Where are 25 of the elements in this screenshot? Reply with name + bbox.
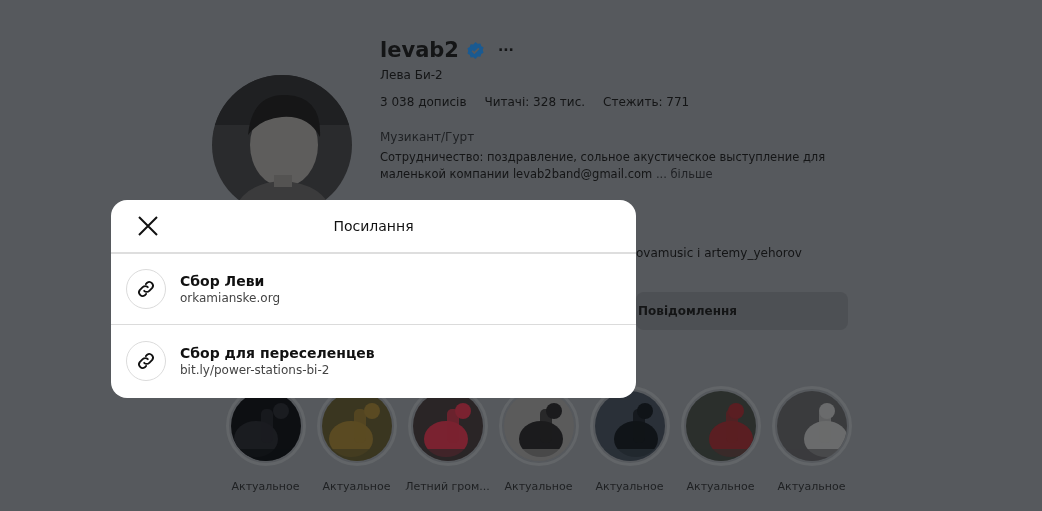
profile-stat[interactable]: Стежить: 771 [603, 95, 690, 109]
profile-stat[interactable]: Читачі: 328 тис. [484, 95, 586, 109]
highlight-label: Летний гром... [405, 480, 490, 493]
story-highlight[interactable] [589, 386, 670, 466]
more-link[interactable]: ... більше [655, 167, 713, 181]
profile-stat[interactable]: 3 038 дописів [380, 95, 467, 109]
highlight-label: Актуальное [504, 480, 573, 493]
link-url[interactable]: bit.ly/power-stations-bi-2 [180, 362, 375, 377]
username: levab2 [380, 38, 459, 62]
link-title[interactable]: Сбор Леви [180, 273, 280, 289]
close-icon[interactable] [137, 215, 159, 237]
bio-text: Сотрудничество: поздравление, сольное акустическое выступление для маленькой компании levab2band@gmail.com ... більше [380, 149, 827, 183]
category-label: Музикант/Гурт [380, 130, 476, 144]
highlight-label: Актуальное [777, 480, 846, 493]
highlight-label: Актуальное [686, 480, 755, 493]
highlight-label: Актуальное [231, 480, 300, 493]
dialog-title: Посилання [332, 218, 415, 234]
more-options-button[interactable]: ··· [497, 42, 514, 58]
link-title[interactable]: Сбор для переселенцев [180, 344, 375, 361]
message-button[interactable]: Повідомлення [636, 292, 848, 330]
link-url[interactable]: orkamianske.org [180, 291, 280, 305]
highlight-label: Актуальное [595, 480, 664, 493]
highlight-label: Актуальное [322, 480, 391, 493]
full-name: Лева Би-2 [380, 68, 444, 82]
followed-by-text: ovamusic і artemy_yehorov [635, 246, 803, 260]
